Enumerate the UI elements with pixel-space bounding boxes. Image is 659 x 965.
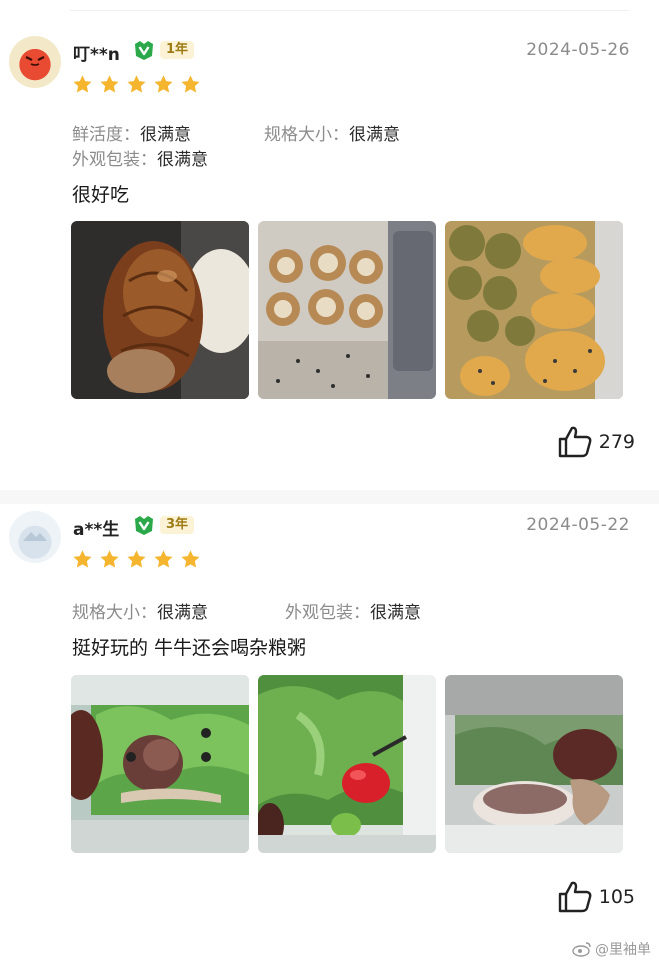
spec-key: 外观包装： [72, 150, 157, 170]
review-card: 叮**n 1年 2024-05-26 鲜活度：很满意 规格大小：很满意 外观包装… [0, 30, 659, 490]
spec-packaging: 外观包装：很满意 [285, 598, 421, 623]
spec-key: 规格大小： [72, 603, 157, 623]
review-comment: 很好吃 [72, 184, 130, 206]
star-icon [100, 550, 119, 568]
top-divider [70, 10, 629, 11]
star-icon [73, 75, 92, 93]
review-comment: 挺好玩的 牛牛还会喝杂粮粥 [72, 637, 307, 659]
vip-shield-icon [135, 41, 153, 60]
membership-badge: 3年 [131, 514, 195, 536]
membership-years: 3年 [160, 516, 195, 534]
username[interactable]: a**生 [73, 515, 119, 540]
review-date: 2024-05-22 [526, 515, 630, 535]
spec-value: 很满意 [157, 603, 208, 623]
baked-snail-dish-photo[interactable] [445, 221, 623, 399]
like-count: 105 [598, 886, 635, 908]
snail-eating-porridge-photo[interactable] [445, 675, 623, 853]
star-icon [154, 550, 173, 568]
star-icon [181, 75, 200, 93]
photo-gallery [71, 675, 623, 853]
star-icon [181, 550, 200, 568]
rating-stars [72, 74, 201, 95]
review-divider [0, 490, 659, 504]
star-icon [100, 75, 119, 93]
cooked-snails-tray-photo[interactable] [258, 221, 436, 399]
snail-in-tank-photo[interactable] [71, 675, 249, 853]
star-icon [127, 550, 146, 568]
spec-key: 规格大小： [264, 125, 349, 145]
vip-shield-icon [135, 516, 153, 535]
snail-closeup-photo[interactable] [71, 221, 249, 399]
spec-size: 规格大小：很满意 [72, 598, 208, 623]
snail-with-strawberry-photo[interactable] [258, 675, 436, 853]
star-icon [154, 75, 173, 93]
star-icon [127, 75, 146, 93]
spec-size: 规格大小：很满意 [264, 120, 400, 145]
spec-value: 很满意 [140, 125, 191, 145]
star-icon [73, 550, 92, 568]
spec-value: 很满意 [349, 125, 400, 145]
review-card: a**生 3年 2024-05-22 规格大小：很满意 外观包装：很满意 挺好玩… [0, 505, 659, 935]
spec-value: 很满意 [370, 603, 421, 623]
avatar[interactable] [9, 36, 61, 88]
spec-freshness: 鲜活度：很满意 [72, 120, 191, 145]
like-count: 279 [598, 431, 635, 453]
membership-badge: 1年 [131, 39, 195, 61]
thumbs-up-icon [558, 426, 592, 458]
membership-years: 1年 [160, 41, 195, 59]
spec-packaging: 外观包装：很满意 [72, 145, 208, 170]
thumbs-up-icon [558, 881, 592, 913]
watermark: @里袖单 [572, 939, 651, 959]
watermark-text: @里袖单 [595, 942, 651, 958]
avatar[interactable] [9, 511, 61, 563]
rating-stars [72, 549, 201, 570]
like-button[interactable]: 279 [557, 425, 635, 459]
landscape-avatar-icon [23, 532, 47, 541]
tomato-face-icon [25, 56, 45, 66]
username[interactable]: 叮**n [73, 40, 120, 65]
spec-key: 鲜活度： [72, 125, 140, 145]
like-button[interactable]: 105 [557, 880, 635, 914]
review-date: 2024-05-26 [526, 40, 630, 60]
spec-value: 很满意 [157, 150, 208, 170]
spec-key: 外观包装： [285, 603, 370, 623]
photo-gallery [71, 221, 623, 399]
weibo-logo-icon [572, 942, 591, 957]
